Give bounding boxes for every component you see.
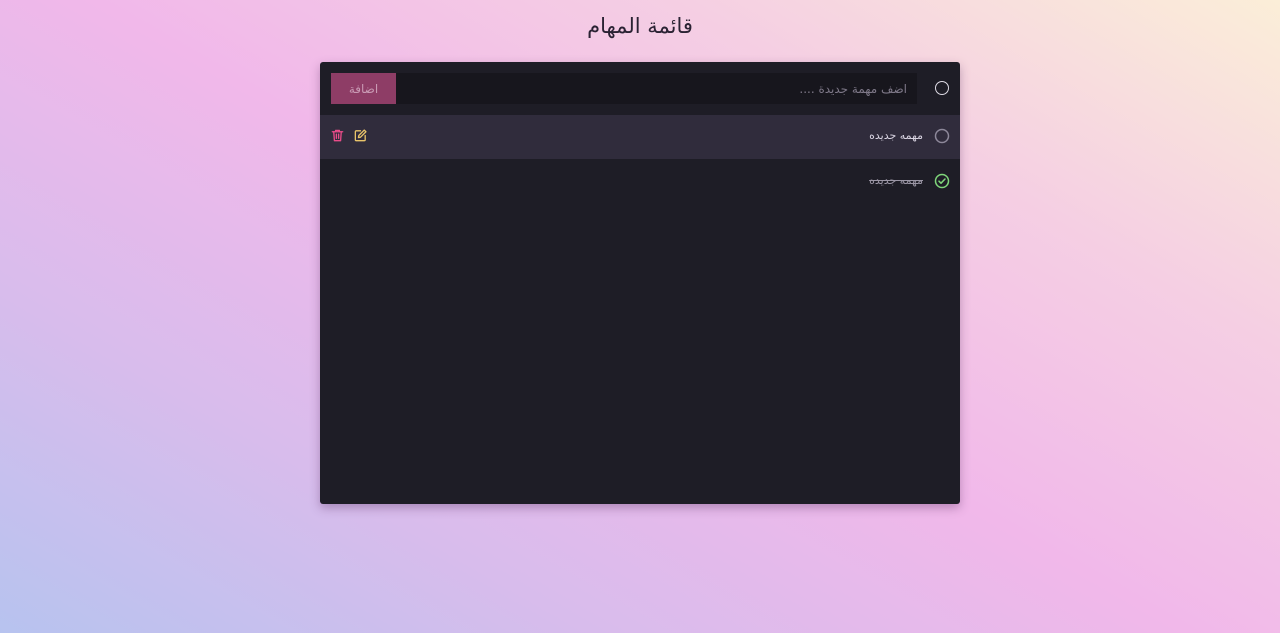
circle-icon xyxy=(935,81,949,95)
page-title: قائمة المهام xyxy=(587,14,693,38)
task-text: مهمه جديده xyxy=(869,174,923,187)
todo-panel: اضافة مهمه جديده xyxy=(320,62,960,504)
add-task-row: اضافة xyxy=(320,62,960,114)
task-text: مهمه جديده xyxy=(869,129,923,142)
check-circle-icon[interactable] xyxy=(934,173,950,189)
circle-icon[interactable] xyxy=(934,128,950,144)
edit-icon[interactable] xyxy=(353,128,368,143)
add-button[interactable]: اضافة xyxy=(331,73,396,104)
task-item[interactable]: مهمه جديده xyxy=(320,160,960,204)
trash-icon[interactable] xyxy=(330,128,345,143)
new-task-input[interactable] xyxy=(396,73,917,104)
task-item[interactable]: مهمه جديده xyxy=(320,115,960,159)
